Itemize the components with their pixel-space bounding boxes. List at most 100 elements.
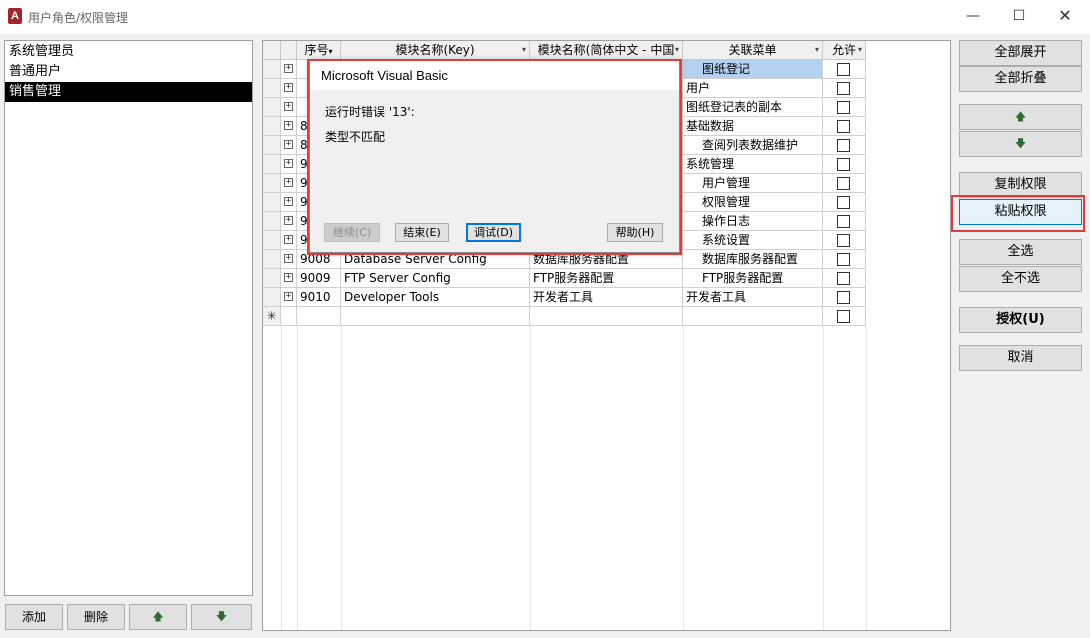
row-selector[interactable] (263, 136, 281, 154)
row-selector[interactable] (263, 117, 281, 135)
move-up-button[interactable]: 🡅 (959, 104, 1082, 130)
cell-allow[interactable] (823, 79, 866, 97)
cell-allow[interactable] (823, 307, 866, 325)
cell-allow[interactable] (823, 193, 866, 211)
allow-checkbox[interactable] (837, 82, 850, 95)
cell-cn[interactable]: 开发者工具 (530, 288, 683, 306)
cell-menu[interactable] (683, 307, 823, 325)
select-all-corner[interactable] (263, 41, 281, 60)
row-selector[interactable] (263, 98, 281, 116)
expand-toggle[interactable]: + (281, 174, 297, 192)
allow-checkbox[interactable] (837, 158, 850, 171)
allow-checkbox[interactable] (837, 310, 850, 323)
delete-role-button[interactable]: 删除 (67, 604, 125, 630)
cell-allow[interactable] (823, 212, 866, 230)
row-selector[interactable] (263, 212, 281, 230)
row-selector[interactable] (263, 231, 281, 249)
cell-menu[interactable]: 基础数据 (683, 117, 823, 135)
plus-icon[interactable]: + (284, 140, 293, 149)
plus-icon[interactable]: + (284, 197, 293, 206)
cell-allow[interactable] (823, 231, 866, 249)
column-header-no[interactable]: 序号▾ (297, 41, 341, 60)
allow-checkbox[interactable] (837, 196, 850, 209)
allow-checkbox[interactable] (837, 291, 850, 304)
column-header-menu[interactable]: 关联菜单 ▾ (683, 41, 823, 60)
cell-menu[interactable]: 图纸登记表的副本 (683, 98, 823, 116)
plus-icon[interactable]: + (284, 102, 293, 111)
expand-toggle[interactable]: + (281, 193, 297, 211)
cell-cn[interactable]: FTP服务器配置 (530, 269, 683, 287)
end-button[interactable]: 结束(E) (395, 223, 449, 242)
cell-allow[interactable] (823, 174, 866, 192)
allow-checkbox[interactable] (837, 272, 850, 285)
row-selector[interactable] (263, 155, 281, 173)
cell-allow[interactable] (823, 288, 866, 306)
cell-menu[interactable]: 系统管理 (683, 155, 823, 173)
cell-menu[interactable]: 权限管理 (683, 193, 823, 211)
role-list[interactable]: 系统管理员 普通用户 销售管理 (4, 40, 253, 596)
row-selector[interactable] (263, 193, 281, 211)
expand-toggle[interactable]: + (281, 288, 297, 306)
paste-permission-button[interactable]: 粘贴权限 (959, 199, 1082, 225)
expand-toggle[interactable]: + (281, 269, 297, 287)
cell-allow[interactable] (823, 98, 866, 116)
new-record-row[interactable]: ✳ (263, 307, 866, 326)
row-selector[interactable] (263, 269, 281, 287)
cell-allow[interactable] (823, 269, 866, 287)
allow-checkbox[interactable] (837, 177, 850, 190)
cell-key[interactable] (341, 307, 530, 325)
cell-no[interactable]: 9009 (297, 269, 341, 287)
cell-menu[interactable]: 查阅列表数据维护 (683, 136, 823, 154)
select-all-button[interactable]: 全选 (959, 239, 1082, 265)
plus-icon[interactable]: + (284, 216, 293, 225)
cell-menu[interactable]: 用户管理 (683, 174, 823, 192)
select-none-button[interactable]: 全不选 (959, 266, 1082, 292)
expand-toggle[interactable]: + (281, 60, 297, 78)
table-row[interactable]: +9010 Developer Tools 开发者工具 开发者工具 (263, 288, 866, 307)
table-row[interactable]: +9009 FTP Server Config FTP服务器配置 FTP服务器配置 (263, 269, 866, 288)
cell-key[interactable]: FTP Server Config (341, 269, 530, 287)
expand-toggle[interactable]: + (281, 136, 297, 154)
expand-toggle[interactable]: + (281, 250, 297, 268)
row-selector[interactable] (263, 250, 281, 268)
row-selector[interactable] (263, 79, 281, 97)
cell-menu[interactable]: 操作日志 (683, 212, 823, 230)
help-button[interactable]: 帮助(H) (607, 223, 663, 242)
expand-toggle[interactable]: + (281, 117, 297, 135)
cell-no[interactable] (297, 307, 341, 325)
allow-checkbox[interactable] (837, 120, 850, 133)
expand-toggle[interactable]: + (281, 98, 297, 116)
plus-icon[interactable]: + (284, 254, 293, 263)
close-button[interactable]: ✕ (1042, 0, 1088, 34)
role-move-up-button[interactable]: 🡅 (129, 604, 187, 630)
role-item-admin[interactable]: 系统管理员 (5, 42, 252, 62)
allow-checkbox[interactable] (837, 139, 850, 152)
cell-menu[interactable]: 用户 (683, 79, 823, 97)
row-selector[interactable] (263, 174, 281, 192)
plus-icon[interactable]: + (284, 83, 293, 92)
cancel-button[interactable]: 取消 (959, 345, 1082, 371)
cell-allow[interactable] (823, 117, 866, 135)
debug-button[interactable]: 调试(D) (466, 223, 521, 242)
cell-allow[interactable] (823, 136, 866, 154)
cell-allow[interactable] (823, 250, 866, 268)
allow-checkbox[interactable] (837, 101, 850, 114)
cell-menu[interactable]: 图纸登记 (683, 60, 823, 78)
move-down-button[interactable]: 🡇 (959, 131, 1082, 157)
row-selector[interactable] (263, 60, 281, 78)
cell-cn[interactable] (530, 307, 683, 325)
allow-checkbox[interactable] (837, 215, 850, 228)
cell-allow[interactable] (823, 155, 866, 173)
role-move-down-button[interactable]: 🡇 (191, 604, 252, 630)
plus-icon[interactable]: + (284, 273, 293, 282)
allow-checkbox[interactable] (837, 253, 850, 266)
cell-allow[interactable] (823, 60, 866, 78)
cell-key[interactable]: Developer Tools (341, 288, 530, 306)
allow-checkbox[interactable] (837, 234, 850, 247)
expand-toggle[interactable]: + (281, 155, 297, 173)
plus-icon[interactable]: + (284, 121, 293, 130)
column-header-cn[interactable]: 模块名称(简体中文 - 中国 ▾ (530, 41, 683, 60)
cell-menu[interactable]: FTP服务器配置 (683, 269, 823, 287)
plus-icon[interactable]: + (284, 178, 293, 187)
expand-toggle[interactable]: + (281, 231, 297, 249)
